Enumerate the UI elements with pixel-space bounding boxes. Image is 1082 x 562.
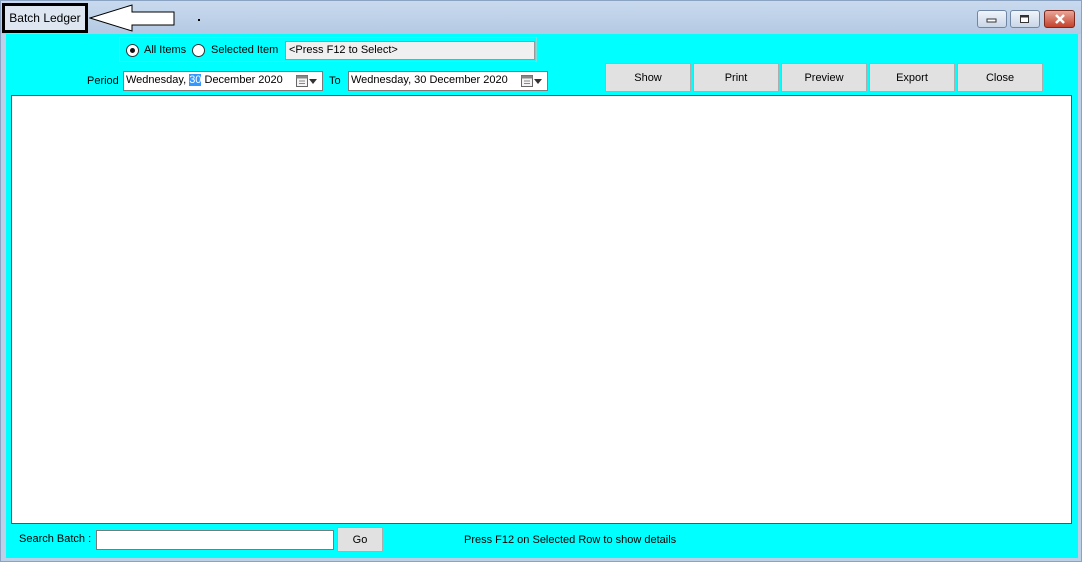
minimize-icon <box>986 18 997 23</box>
export-button[interactable]: Export <box>869 63 955 92</box>
window-title-text: Batch Ledger <box>9 11 81 25</box>
minimize-button[interactable] <box>977 10 1007 28</box>
left-arrow-icon <box>89 4 175 32</box>
all-items-label[interactable]: All Items <box>144 44 186 56</box>
dot-mark <box>198 19 200 21</box>
close-window-button[interactable] <box>1044 10 1075 28</box>
period-label: Period <box>87 75 119 87</box>
chevron-down-icon[interactable] <box>309 79 317 84</box>
selected-item-label[interactable]: Selected Item <box>211 44 278 56</box>
show-button[interactable]: Show <box>605 63 691 92</box>
search-batch-input[interactable] <box>96 530 334 550</box>
item-filter-group: All Items Selected Item <Press F12 to Se… <box>119 37 537 62</box>
print-button[interactable]: Print <box>693 63 779 92</box>
chevron-down-icon[interactable] <box>534 79 542 84</box>
from-date-suffix: December 2020 <box>201 74 283 86</box>
batch-ledger-window: Batch Ledger All Items Selected Item <Pr… <box>0 0 1082 562</box>
go-button[interactable]: Go <box>337 527 383 552</box>
title-bar[interactable]: Batch Ledger <box>1 1 1081 34</box>
calendar-icon[interactable] <box>296 75 308 87</box>
item-select-field[interactable]: <Press F12 to Select> <box>285 41 535 60</box>
details-hint: Press F12 on Selected Row to show detail… <box>464 534 677 546</box>
window-title: Batch Ledger <box>2 3 88 33</box>
all-items-radio[interactable] <box>126 44 139 57</box>
to-date-picker[interactable]: Wednesday, 30 December 2020 <box>348 71 548 91</box>
maximize-button[interactable] <box>1010 10 1040 28</box>
to-label: To <box>329 75 341 87</box>
from-date-prefix: Wednesday, <box>126 74 190 86</box>
ledger-grid[interactable] <box>11 95 1072 524</box>
from-date-picker[interactable]: Wednesday, 30 December 2020 <box>123 71 323 91</box>
client-area: All Items Selected Item <Press F12 to Se… <box>6 34 1078 558</box>
maximize-icon <box>1020 15 1029 23</box>
to-date-value: Wednesday, 30 December 2020 <box>351 74 508 86</box>
calendar-icon[interactable] <box>521 75 533 87</box>
from-date-day: 30 <box>189 74 202 86</box>
search-batch-label: Search Batch : <box>19 533 92 545</box>
selected-item-radio[interactable] <box>192 44 205 57</box>
close-icon <box>1054 14 1065 24</box>
close-button[interactable]: Close <box>957 63 1043 92</box>
preview-button[interactable]: Preview <box>781 63 867 92</box>
